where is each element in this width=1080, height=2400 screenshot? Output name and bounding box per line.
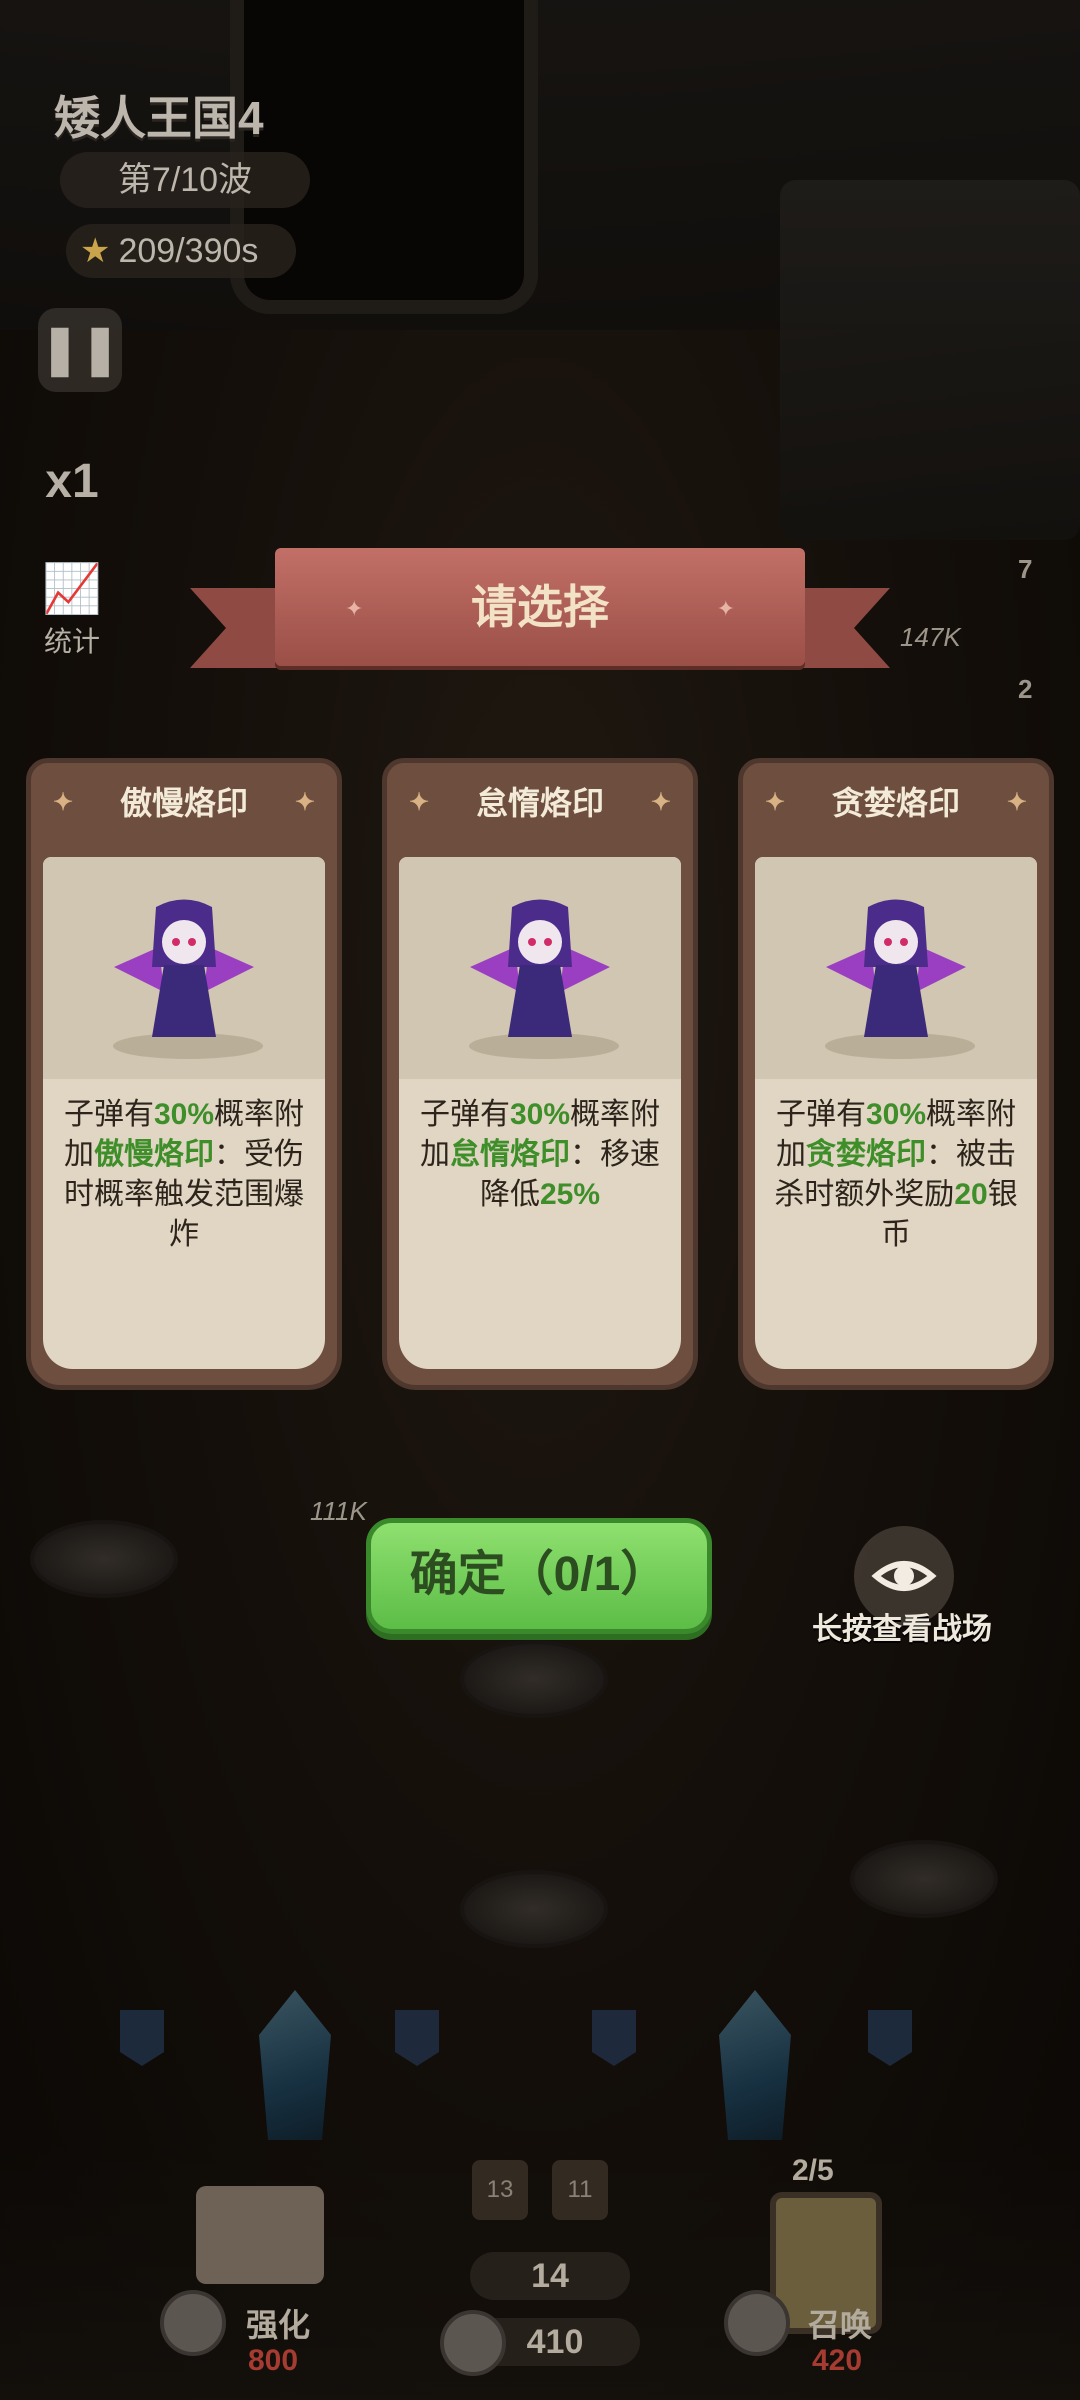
confirm-button[interactable]: 确定（0/1） — [366, 1518, 712, 1634]
succubus-portrait — [755, 857, 1037, 1079]
diamond-icon: ✦ — [650, 789, 671, 816]
crystal-count: 14 — [531, 2257, 569, 2295]
star-progress: ★ 209/390s — [66, 224, 296, 278]
diamond-icon: ✦ — [409, 789, 430, 816]
card-title: 傲慢烙印 — [119, 785, 248, 821]
hero-level-badge: 7 — [1018, 554, 1033, 584]
card-title: 怠惰烙印 — [475, 785, 604, 821]
level-title: 矮人王国4 — [54, 92, 264, 144]
pause-icon: ❚❚ — [39, 323, 121, 376]
upgrade-label[interactable]: 强化 — [246, 2300, 310, 2346]
card-title: 贪婪烙印 — [831, 785, 960, 821]
sparkle-icon: ✦ — [716, 596, 735, 621]
choice-card-pride[interactable]: ✦ 傲慢烙印 ✦ 子弹有30%概率附加傲慢烙印：受伤时概率触发范围爆炸 — [26, 758, 342, 1390]
star-icon: ★ — [80, 232, 111, 270]
enemy-hp-label: 147K — [900, 622, 961, 652]
diamond-icon: ✦ — [294, 789, 315, 816]
succubus-icon — [826, 899, 966, 1037]
summon-count: 2/5 — [792, 2154, 834, 2187]
succubus-icon — [114, 899, 254, 1037]
card-description: 子弹有30%概率附加傲慢烙印：受伤时概率触发范围爆炸 — [63, 1098, 305, 1251]
diamond-icon: ✦ — [765, 789, 786, 816]
summon-label[interactable]: 召唤 — [808, 2300, 872, 2346]
silver-coin-icon — [160, 2290, 226, 2356]
choice-card-sloth[interactable]: ✦ 怠惰烙印 ✦ 子弹有30%概率附加怠惰烙印：移速降低25% — [382, 758, 698, 1390]
pause-button[interactable]: ❚❚ — [38, 308, 122, 392]
wave-counter: 第7/10波 — [60, 152, 310, 208]
crystal-counter: 14 — [470, 2252, 630, 2300]
summon-cost: 420 — [812, 2344, 863, 2377]
hero-level-badge: 2 — [1018, 674, 1033, 704]
speed-button[interactable]: x1 — [30, 440, 114, 524]
enemy-hp-label: 111K — [310, 1496, 367, 1526]
stats-label: 统计 — [43, 626, 100, 657]
chart-icon: 📈 — [42, 563, 102, 616]
sparkle-icon: ✦ — [345, 596, 364, 621]
silver-coin-icon — [440, 2310, 506, 2376]
card-description: 子弹有30%概率附加贪婪烙印：被击杀时额外奖励20银币 — [774, 1098, 1018, 1251]
succubus-portrait — [43, 857, 325, 1079]
card-description: 子弹有30%概率附加怠惰烙印：移速降低25% — [419, 1098, 661, 1211]
skill-slot[interactable]: 11 — [552, 2160, 608, 2220]
choice-card-greed[interactable]: ✦ 贪婪烙印 ✦ 子弹有30%概率附加贪婪烙印：被击杀时额外奖励20银币 — [738, 758, 1054, 1390]
speed-label: x1 — [45, 455, 99, 508]
stats-button[interactable]: 📈 统计 — [30, 560, 114, 657]
diamond-icon: ✦ — [1006, 789, 1027, 816]
upgrade-book-icon[interactable] — [196, 2186, 324, 2284]
diamond-icon: ✦ — [53, 789, 74, 816]
succubus-icon — [470, 899, 610, 1037]
long-press-label: 长按查看战场 — [812, 1613, 992, 1646]
skill-slot[interactable]: 13 — [472, 2160, 528, 2220]
silver-coin-icon — [724, 2290, 790, 2356]
star-progress-value: 209/390s — [118, 232, 259, 270]
silver-count: 410 — [526, 2323, 584, 2361]
upgrade-cost: 800 — [248, 2344, 299, 2377]
succubus-portrait — [399, 857, 681, 1079]
choose-banner: 请选择 ✦ ✦ — [190, 548, 890, 668]
